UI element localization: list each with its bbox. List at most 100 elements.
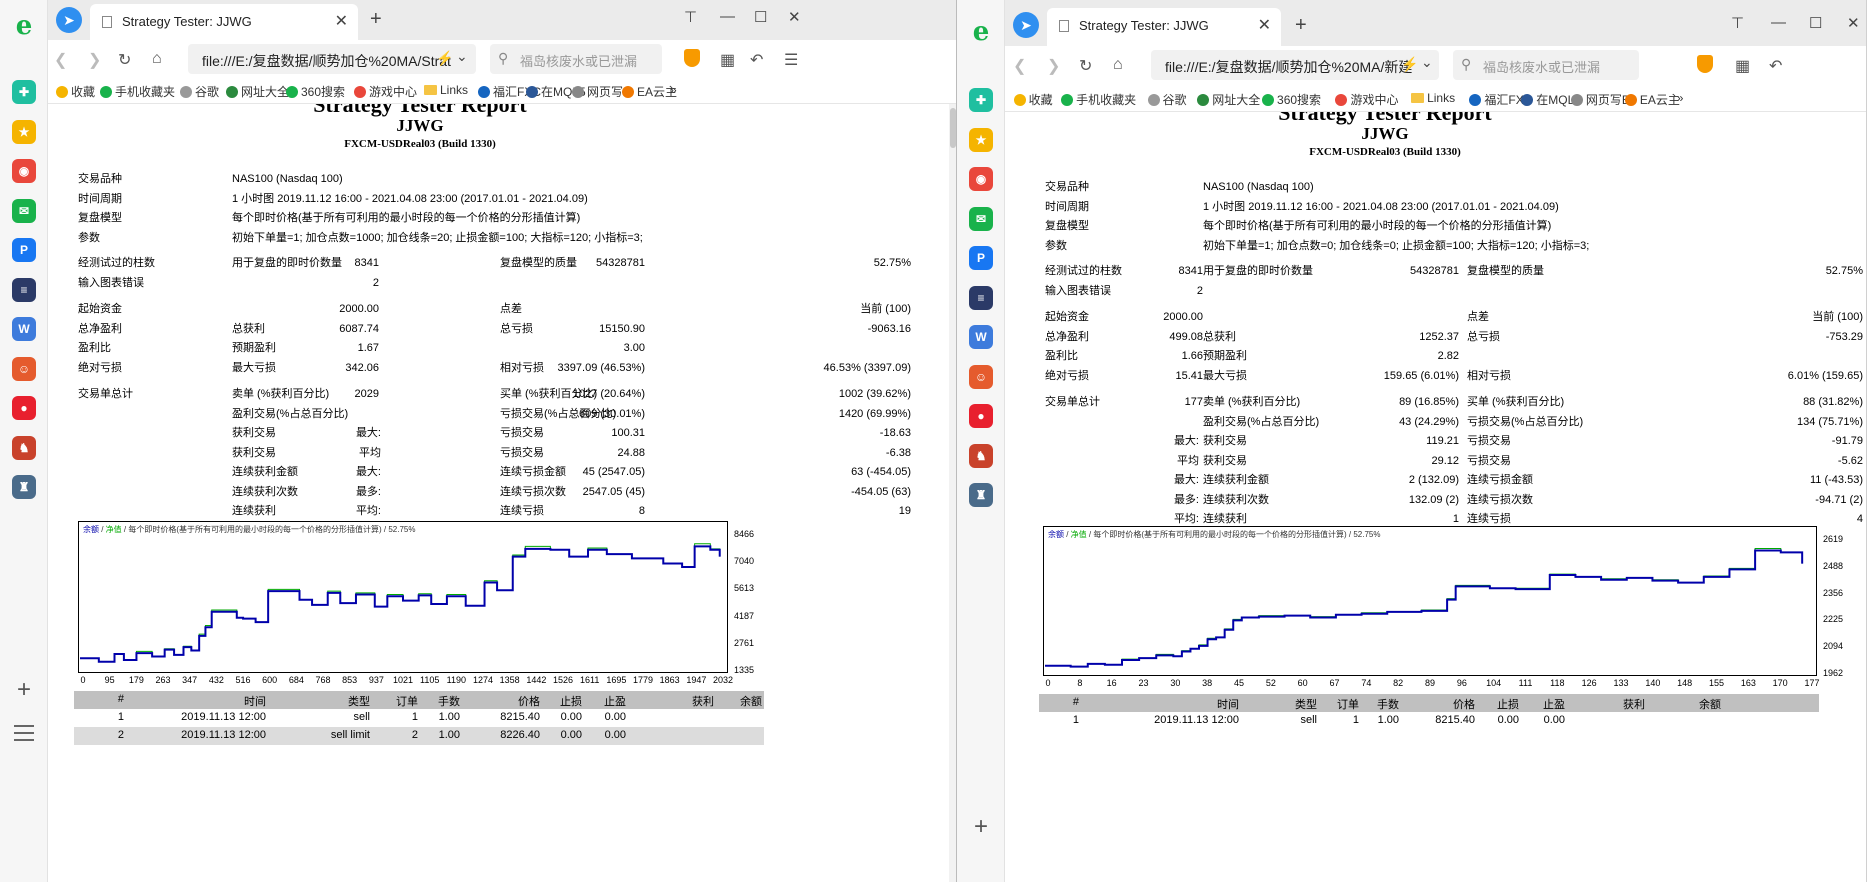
- game-warrior-icon[interactable]: ♞: [969, 443, 993, 468]
- doc-icon[interactable]: W: [969, 325, 993, 349]
- more-bookmarks-icon[interactable]: »: [1677, 91, 1684, 105]
- bookmark-item[interactable]: 网页写E: [1570, 91, 1630, 108]
- y-tick-label: 2619: [1823, 534, 1844, 544]
- url-field[interactable]: file:///E:/复盘数据/顺势加仓%20MA/Strat ⚡ ⌄: [188, 44, 476, 74]
- home-icon[interactable]: ⌂: [1113, 56, 1123, 74]
- browser-logo-icon[interactable]: e: [967, 18, 995, 46]
- bookmark-item[interactable]: EA云主: [622, 83, 677, 100]
- trades-label: 交易单总计: [78, 388, 133, 400]
- browser-logo-icon[interactable]: e: [10, 12, 38, 40]
- avg-profit: 29.12: [1431, 454, 1459, 467]
- navigation-icon[interactable]: ➤: [1013, 12, 1039, 38]
- game-face-icon[interactable]: ☺: [969, 364, 993, 389]
- x-tick-label: 1274: [472, 675, 494, 685]
- more-menu-icon[interactable]: ☰: [784, 50, 798, 70]
- close-window-icon[interactable]: ✕: [788, 8, 801, 26]
- p-icon[interactable]: P: [969, 246, 993, 270]
- favorite-icon[interactable]: ★: [12, 119, 36, 144]
- column-header: 类型: [1295, 699, 1317, 711]
- weibo-icon[interactable]: ◉: [969, 167, 993, 191]
- bookmark-label: EA云主: [1639, 93, 1680, 107]
- red-app-icon[interactable]: ●: [12, 396, 36, 420]
- tab-strategy-tester[interactable]: Strategy Tester: JJWG ✕: [90, 4, 358, 40]
- mail-icon[interactable]: ✉: [969, 206, 993, 231]
- bookmark-item[interactable]: 网址大全: [226, 83, 289, 100]
- game-castle-icon[interactable]: ♜: [12, 475, 36, 499]
- bookmark-item[interactable]: 手机收藏夹: [100, 83, 175, 100]
- more-bookmarks-icon[interactable]: »: [670, 83, 677, 97]
- minimize-icon[interactable]: —: [1771, 14, 1786, 31]
- spread: 当前 (100): [1812, 311, 1863, 323]
- x-tick-label: 0: [1045, 678, 1051, 688]
- shield-icon[interactable]: [684, 49, 700, 67]
- weibo-icon[interactable]: ◉: [12, 159, 36, 183]
- tab-strategy-tester[interactable]: Strategy Tester: JJWG ✕: [1047, 8, 1281, 46]
- shirt-skin-icon[interactable]: ⊤: [684, 8, 697, 26]
- bookmark-item[interactable]: 360搜索: [286, 83, 345, 100]
- x-tick-label: 1190: [446, 675, 467, 685]
- url-field[interactable]: file:///E:/复盘数据/顺势加仓%20MA/新建 ⚡ ⌄: [1151, 50, 1439, 80]
- add-icon[interactable]: ✚: [12, 80, 36, 104]
- grid-icon[interactable]: ▦: [720, 50, 735, 70]
- maximize-icon[interactable]: ☐: [1809, 14, 1822, 32]
- lightning-icon[interactable]: ⚡: [1401, 56, 1418, 73]
- search-field[interactable]: ⚲ 福岛核废水或已泄漏: [490, 44, 662, 74]
- undo-icon[interactable]: ↶: [1769, 56, 1782, 76]
- forward-icon[interactable]: ❯: [88, 50, 101, 70]
- new-tab-icon[interactable]: +: [1295, 14, 1307, 37]
- x-tick-label: 82: [1393, 678, 1404, 688]
- minimize-icon[interactable]: —: [720, 8, 735, 25]
- game-warrior-icon[interactable]: ♞: [12, 435, 36, 460]
- navigation-icon[interactable]: ➤: [56, 7, 82, 33]
- close-tab-icon[interactable]: ✕: [1258, 15, 1271, 35]
- grid-icon[interactable]: ▦: [1735, 56, 1750, 76]
- close-window-icon[interactable]: ✕: [1847, 14, 1860, 32]
- bookmark-item[interactable]: Links: [1411, 91, 1455, 105]
- news-icon[interactable]: ≡: [969, 285, 993, 310]
- lightning-icon[interactable]: ⚡: [436, 50, 453, 67]
- bookmark-item[interactable]: 360搜索: [1262, 91, 1321, 108]
- back-icon[interactable]: ❮: [54, 50, 67, 70]
- search-field[interactable]: ⚲ 福岛核废水或已泄漏: [1453, 50, 1639, 80]
- undo-icon[interactable]: ↶: [750, 50, 763, 70]
- bookmark-item[interactable]: 网址大全: [1197, 91, 1260, 108]
- favorite-icon[interactable]: ★: [969, 127, 993, 152]
- bookmark-item[interactable]: 手机收藏夹: [1061, 91, 1136, 108]
- home-icon[interactable]: ⌂: [152, 50, 162, 68]
- max-cons-losses-label: 连续亏损金额: [500, 466, 566, 478]
- game-castle-icon[interactable]: ♜: [969, 483, 993, 507]
- chevron-down-icon[interactable]: ⌄: [456, 48, 468, 65]
- info-label: 参数: [78, 231, 100, 244]
- maximize-icon[interactable]: ☐: [754, 8, 767, 26]
- bookmark-item[interactable]: 谷歌: [1147, 91, 1187, 108]
- shirt-skin-icon[interactable]: ⊤: [1731, 14, 1744, 32]
- forward-icon[interactable]: ❯: [1047, 56, 1060, 76]
- bookmark-item[interactable]: 游戏中心: [354, 83, 417, 100]
- chevron-down-icon[interactable]: ⌄: [1421, 54, 1433, 71]
- bookmark-item[interactable]: Links: [424, 83, 468, 97]
- bookmark-item[interactable]: EA云主: [1624, 91, 1680, 108]
- game-face-icon[interactable]: ☺: [12, 356, 36, 381]
- doc-icon[interactable]: W: [12, 317, 36, 341]
- menu-icon[interactable]: [14, 725, 34, 741]
- news-icon[interactable]: ≡: [12, 277, 36, 302]
- back-icon[interactable]: ❮: [1013, 56, 1026, 76]
- red-app-icon[interactable]: ●: [969, 404, 993, 428]
- add-app-icon[interactable]: +: [969, 815, 993, 840]
- add-app-icon[interactable]: +: [12, 678, 36, 703]
- shield-icon[interactable]: [1697, 55, 1713, 73]
- new-tab-icon[interactable]: +: [370, 8, 382, 31]
- bookmark-item[interactable]: 谷歌: [180, 83, 219, 100]
- bookmark-item[interactable]: 收藏: [1013, 91, 1053, 108]
- bookmark-item[interactable]: 收藏: [56, 83, 95, 100]
- reload-icon[interactable]: ↻: [1079, 56, 1092, 76]
- bookmark-item[interactable]: 游戏中心: [1335, 91, 1398, 108]
- close-tab-icon[interactable]: ✕: [335, 11, 348, 31]
- net: 499.08: [1169, 330, 1203, 343]
- p-icon[interactable]: P: [12, 238, 36, 262]
- loss-trades: 134 (75.71%): [1796, 415, 1863, 428]
- mail-icon[interactable]: ✉: [12, 198, 36, 223]
- add-icon[interactable]: ✚: [969, 88, 993, 112]
- address-bar: ❮ ❯ ↻ ⌂ file:///E:/复盘数据/顺势加仓%20MA/Strat …: [48, 40, 957, 78]
- reload-icon[interactable]: ↻: [118, 50, 131, 70]
